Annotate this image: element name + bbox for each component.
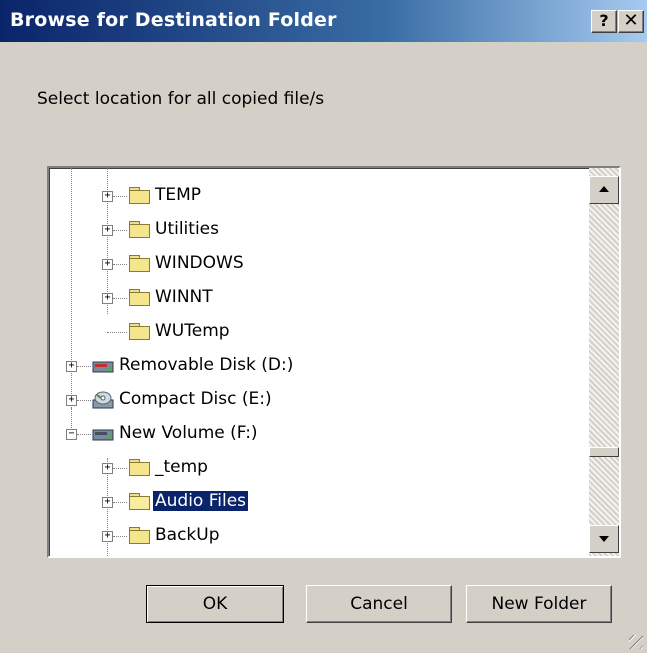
- tree-connector: [77, 366, 91, 367]
- expand-icon[interactable]: +: [102, 463, 113, 474]
- folder-icon: [129, 527, 150, 544]
- tree-item-label: Removable Disk (D:): [119, 355, 294, 375]
- expand-icon[interactable]: +: [66, 395, 77, 406]
- tree-connector: [113, 536, 127, 537]
- folder-icon: [129, 459, 150, 476]
- tree-item-wutemp[interactable]: WUTemp: [49, 316, 589, 348]
- tree-connector: [107, 332, 127, 333]
- tree-item-temp[interactable]: + TEMP: [49, 180, 589, 212]
- tree-item-label: TEMP: [155, 185, 202, 205]
- prompt-label: Select location for all copied file/s: [37, 89, 325, 109]
- tree-item-backup[interactable]: + BackUp: [49, 520, 589, 552]
- tree-connector: [113, 196, 127, 197]
- tree-connector: [113, 502, 127, 503]
- expand-icon[interactable]: +: [102, 293, 113, 304]
- tree-item-audio-files[interactable]: + Audio Files: [49, 486, 589, 518]
- arrow-up-icon: [599, 186, 609, 192]
- tree-item-utilities[interactable]: + Utilities: [49, 214, 589, 246]
- tree-item-compact-disc[interactable]: + Compact Disc (E:): [49, 384, 589, 416]
- tree-rows: + TEMP + Utilities + WINDOWS + WINNT WUT…: [49, 168, 589, 556]
- tree-item-label: WINDOWS: [155, 253, 244, 273]
- new-folder-button[interactable]: New Folder: [466, 585, 612, 623]
- tree-item-label: WINNT: [155, 287, 213, 307]
- close-button[interactable]: ✕: [618, 10, 644, 33]
- tree-item-winnt[interactable]: + WINNT: [49, 282, 589, 314]
- cd-drive-icon: [92, 391, 114, 409]
- tree-item-label: New Volume (F:): [119, 423, 258, 443]
- folder-icon: [129, 289, 150, 306]
- expand-icon[interactable]: +: [66, 361, 77, 372]
- vertical-scrollbar[interactable]: [589, 168, 619, 556]
- tree-connector: [77, 400, 91, 401]
- expand-icon[interactable]: +: [102, 191, 113, 202]
- folder-tree[interactable]: + TEMP + Utilities + WINDOWS + WINNT WUT…: [47, 166, 621, 558]
- window-title: Browse for Destination Folder: [10, 9, 337, 31]
- tree-item-label: WUTemp: [155, 321, 230, 341]
- tree-item-label: _temp: [155, 457, 208, 477]
- tree-connector: [113, 230, 127, 231]
- cancel-button[interactable]: Cancel: [306, 585, 452, 623]
- tree-item-new-volume[interactable]: − New Volume (F:): [49, 418, 589, 450]
- tree-item-removable-disk[interactable]: + Removable Disk (D:): [49, 350, 589, 382]
- help-button[interactable]: ?: [591, 10, 617, 33]
- folder-icon: [129, 255, 150, 272]
- title-bar[interactable]: Browse for Destination Folder ? ✕: [0, 0, 647, 42]
- scroll-thumb[interactable]: [589, 447, 619, 457]
- open-folder-icon: [129, 493, 150, 510]
- resize-grip-icon[interactable]: [629, 635, 643, 649]
- expand-icon[interactable]: +: [102, 497, 113, 508]
- ok-button[interactable]: OK: [146, 585, 284, 623]
- arrow-down-icon: [599, 536, 609, 542]
- tree-item-label: Utilities: [155, 219, 219, 239]
- expand-icon[interactable]: +: [102, 259, 113, 270]
- tree-item-windows[interactable]: + WINDOWS: [49, 248, 589, 280]
- folder-icon: [129, 221, 150, 238]
- tree-connector: [113, 468, 127, 469]
- folder-icon: [129, 323, 150, 340]
- tree-connector: [113, 298, 127, 299]
- tree-connector: [77, 434, 91, 435]
- tree-item-underscore-temp[interactable]: + _temp: [49, 452, 589, 484]
- tree-connector: [113, 264, 127, 265]
- folder-icon: [129, 187, 150, 204]
- scroll-up-button[interactable]: [589, 176, 619, 204]
- expand-icon[interactable]: +: [102, 531, 113, 542]
- tree-item-label: Compact Disc (E:): [119, 389, 272, 409]
- collapse-icon[interactable]: −: [66, 429, 77, 440]
- expand-icon[interactable]: +: [102, 225, 113, 236]
- hard-drive-icon: [92, 429, 114, 441]
- removable-disk-icon: [92, 361, 114, 373]
- scroll-down-button[interactable]: [589, 525, 619, 553]
- tree-item-label: BackUp: [155, 525, 220, 545]
- tree-item-label-selected: Audio Files: [151, 490, 250, 512]
